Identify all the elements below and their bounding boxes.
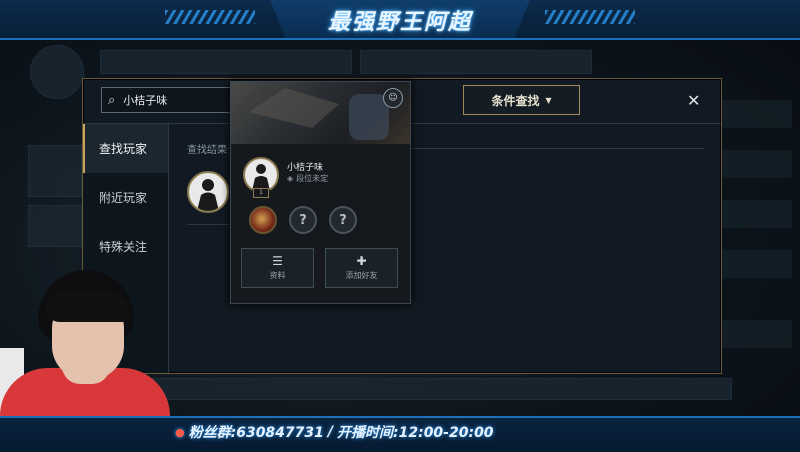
streamer-fringe bbox=[46, 292, 130, 322]
sidebar-item-label: 附近玩家 bbox=[99, 191, 148, 205]
condition-search-button[interactable]: 条件查找 ▾ bbox=[463, 85, 580, 115]
fan-group-id: 粉丝群:630847731 bbox=[188, 425, 324, 441]
profile-button-label: 资料 bbox=[269, 271, 286, 280]
sidebar-item-special-follow[interactable]: 特殊关注 bbox=[83, 222, 168, 271]
sidebar-item-nearby-players[interactable]: 附近玩家 bbox=[83, 173, 168, 222]
info-separator: / bbox=[327, 424, 334, 440]
search-icon: ⌕ bbox=[108, 92, 116, 108]
card-banner-art bbox=[231, 82, 410, 144]
hero-slot-unknown[interactable]: ? bbox=[329, 206, 357, 234]
add-friend-button-label: 添加好友 bbox=[345, 271, 378, 280]
search-box[interactable]: ⌕ bbox=[101, 87, 233, 113]
background-header-bar bbox=[100, 50, 352, 74]
result-player-avatar[interactable] bbox=[187, 171, 229, 213]
background-card bbox=[28, 145, 82, 197]
background-card-2 bbox=[28, 205, 82, 247]
divider bbox=[187, 224, 231, 225]
user-settings-icon[interactable]: ☺ bbox=[383, 88, 403, 108]
hero-slot-unknown[interactable]: ? bbox=[289, 206, 317, 234]
background-avatar bbox=[30, 45, 84, 99]
sidebar-item-find-player[interactable]: 查找玩家 bbox=[83, 124, 168, 173]
rank-icon: ◈ bbox=[287, 174, 294, 183]
background-bottom-bar bbox=[140, 378, 732, 400]
add-friend-icon: ✚ bbox=[356, 254, 367, 268]
profile-button[interactable]: ☰ 资料 bbox=[241, 248, 314, 288]
banner-art-shape bbox=[249, 88, 339, 128]
player-name: 小桔子味 bbox=[287, 163, 324, 173]
avatar-silhouette-icon bbox=[252, 164, 270, 191]
stream-info: ● 粉丝群:630847731 / 开播时间:12:00-20:00 bbox=[175, 420, 535, 444]
background-header-bar-2 bbox=[360, 50, 592, 74]
close-icon[interactable]: ✕ bbox=[687, 91, 700, 110]
level-badge: 1 bbox=[253, 188, 269, 198]
caret-down-icon: ▾ bbox=[545, 93, 552, 107]
sidebar-item-label: 特殊关注 bbox=[99, 240, 148, 254]
profile-icon: ☰ bbox=[272, 254, 283, 268]
rank-text: 段位未定 bbox=[296, 174, 329, 183]
player-rank: ◈ 段位未定 bbox=[287, 173, 328, 184]
broadcast-time: 开播时间:12:00-20:00 bbox=[337, 425, 494, 441]
stream-title: 最强野王阿超 bbox=[327, 10, 472, 35]
avatar-silhouette-icon bbox=[197, 179, 219, 211]
sidebar-item-label: 查找玩家 bbox=[99, 142, 148, 156]
search-input[interactable] bbox=[121, 92, 226, 108]
fan-group-icon: ● bbox=[175, 425, 185, 439]
add-friend-button[interactable]: ✚ 添加好友 bbox=[325, 248, 398, 288]
player-info-card: ☺ 1 小桔子味 ◈ 段位未定 ? ? ☰ 资料 ✚ 添加好友 bbox=[230, 81, 411, 304]
hero-slot-1[interactable] bbox=[249, 206, 277, 234]
streamer-webcam bbox=[0, 270, 170, 416]
condition-search-label: 条件查找 bbox=[491, 93, 540, 108]
